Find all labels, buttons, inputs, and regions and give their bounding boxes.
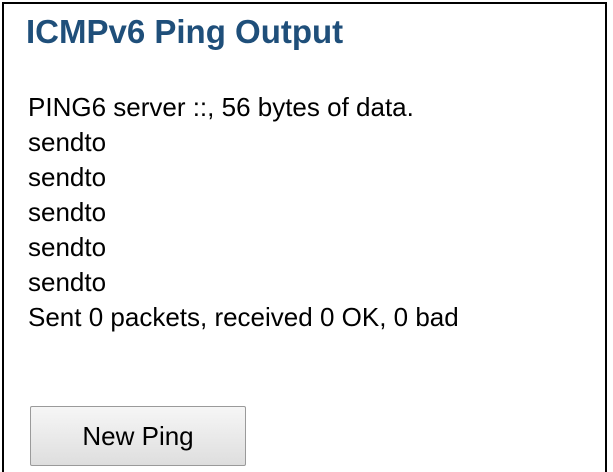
output-line: sendto — [28, 197, 107, 227]
output-line: PING6 server ::, 56 bytes of data. — [28, 92, 414, 122]
output-line: sendto — [28, 162, 107, 192]
output-line: sendto — [28, 232, 107, 262]
output-line: sendto — [28, 267, 107, 297]
page-title: ICMPv6 Ping Output — [26, 13, 344, 50]
output-line: sendto — [28, 127, 107, 157]
output-line: Sent 0 packets, received 0 OK, 0 bad — [28, 302, 459, 332]
ping-output-panel: ICMPv6 Ping Output PING6 server ::, 56 b… — [2, 2, 607, 472]
new-ping-button[interactable]: New Ping — [30, 406, 246, 466]
ping-output-log: PING6 server ::, 56 bytes of data. sendt… — [28, 90, 459, 335]
